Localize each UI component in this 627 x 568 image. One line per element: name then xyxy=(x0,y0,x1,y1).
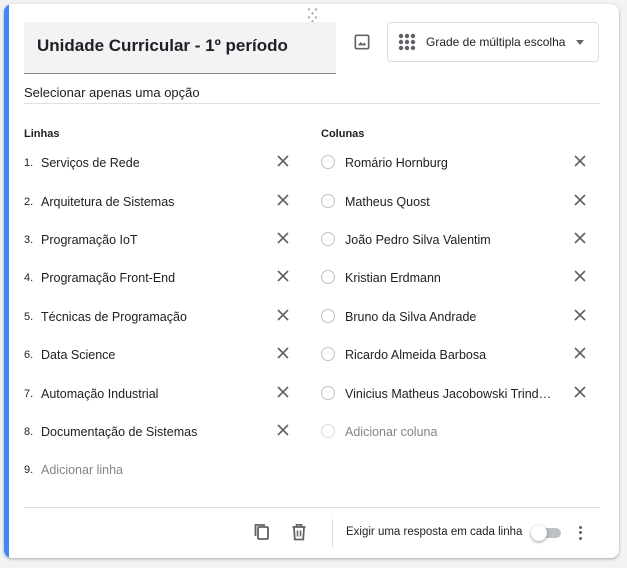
toggle-knob xyxy=(531,525,547,541)
question-type-label: Grade de múltipla escolha xyxy=(426,35,566,49)
radio-icon xyxy=(321,270,335,284)
add-row-label[interactable]: Adicionar linha xyxy=(41,463,123,477)
grid-row-item[interactable]: 1. Serviços de Rede xyxy=(24,154,274,174)
more-vert-icon[interactable] xyxy=(576,524,584,542)
close-icon[interactable] xyxy=(573,346,587,360)
close-icon[interactable] xyxy=(573,269,587,283)
question-card: • • •• • • Unidade Curricular - 1º perío… xyxy=(4,4,619,558)
column-label[interactable]: Ricardo Almeida Barbosa xyxy=(345,348,559,362)
footer-separator xyxy=(332,519,333,547)
grid-row-item[interactable]: 4. Programação Front-End xyxy=(24,269,274,289)
grid-row-item[interactable]: 2. Arquitetura de Sistemas xyxy=(24,193,274,213)
grid-column-item[interactable]: Romário Hornburg xyxy=(321,154,561,174)
grid-row-item[interactable]: 8. Documentação de Sistemas xyxy=(24,423,274,443)
radio-icon xyxy=(321,194,335,208)
grid-column-item[interactable]: Matheus Quost xyxy=(321,193,561,213)
row-label[interactable]: Programação IoT xyxy=(41,233,138,247)
close-icon[interactable] xyxy=(573,308,587,322)
column-label[interactable]: Bruno da Silva Andrade xyxy=(345,310,559,324)
grid-column-item[interactable]: Bruno da Silva Andrade xyxy=(321,308,561,328)
close-icon[interactable] xyxy=(276,154,290,168)
column-label[interactable]: Vinicius Matheus Jacobowski Trind… xyxy=(345,387,559,401)
active-indicator xyxy=(4,4,9,558)
columns-header: Colunas xyxy=(321,128,365,140)
row-label[interactable]: Programação Front-End xyxy=(41,271,175,285)
grid-column-item[interactable]: João Pedro Silva Valentim xyxy=(321,231,561,251)
radio-icon xyxy=(321,155,335,169)
close-icon[interactable] xyxy=(276,269,290,283)
close-icon[interactable] xyxy=(573,154,587,168)
close-icon[interactable] xyxy=(573,193,587,207)
row-label[interactable]: Arquitetura de Sistemas xyxy=(41,195,174,209)
copy-icon[interactable] xyxy=(253,523,271,541)
close-icon[interactable] xyxy=(276,346,290,360)
question-type-dropdown[interactable]: Grade de múltipla escolha xyxy=(387,22,599,62)
drag-handle-icon[interactable]: • • •• • • xyxy=(306,6,320,26)
row-label[interactable]: Documentação de Sistemas xyxy=(41,425,197,439)
close-icon[interactable] xyxy=(573,231,587,245)
column-label[interactable]: Romário Hornburg xyxy=(345,156,559,170)
require-response-toggle[interactable] xyxy=(531,525,561,541)
grid-column-item[interactable]: Vinicius Matheus Jacobowski Trind… xyxy=(321,385,561,405)
radio-icon xyxy=(321,386,335,400)
close-icon[interactable] xyxy=(276,423,290,437)
close-icon[interactable] xyxy=(276,308,290,322)
add-column-label[interactable]: Adicionar coluna xyxy=(345,425,559,439)
column-label[interactable]: João Pedro Silva Valentim xyxy=(345,233,559,247)
rows-header: Linhas xyxy=(24,128,60,140)
image-icon[interactable] xyxy=(352,32,372,52)
column-label[interactable]: Matheus Quost xyxy=(345,195,559,209)
grid-column-item[interactable]: Kristian Erdmann xyxy=(321,269,561,289)
close-icon[interactable] xyxy=(573,385,587,399)
grid-icon xyxy=(398,33,416,51)
radio-icon xyxy=(321,424,335,438)
close-icon[interactable] xyxy=(276,193,290,207)
row-label[interactable]: Serviços de Rede xyxy=(41,156,140,170)
radio-icon xyxy=(321,232,335,246)
grid-row-item[interactable]: 7. Automação Industrial xyxy=(24,385,274,405)
row-label[interactable]: Data Science xyxy=(41,348,115,362)
question-description[interactable]: Selecionar apenas uma opção xyxy=(24,85,600,104)
add-column-option[interactable]: Adicionar coluna xyxy=(321,423,561,443)
radio-icon xyxy=(321,309,335,323)
row-label[interactable]: Automação Industrial xyxy=(41,387,158,401)
grid-row-item[interactable]: 5. Técnicas de Programação xyxy=(24,308,274,328)
add-row-option[interactable]: 9. Adicionar linha xyxy=(24,461,274,481)
close-icon[interactable] xyxy=(276,231,290,245)
grid-row-item[interactable]: 6. Data Science xyxy=(24,346,274,366)
grid-column-item[interactable]: Ricardo Almeida Barbosa xyxy=(321,346,561,366)
require-response-label: Exigir uma resposta em cada linha xyxy=(346,526,523,538)
trash-icon[interactable] xyxy=(291,523,307,541)
question-title: Unidade Curricular - 1º período xyxy=(37,36,288,55)
radio-icon xyxy=(321,347,335,361)
row-label[interactable]: Técnicas de Programação xyxy=(41,310,187,324)
close-icon[interactable] xyxy=(276,385,290,399)
question-title-field[interactable]: Unidade Curricular - 1º período xyxy=(24,22,336,74)
footer-divider xyxy=(24,507,600,508)
chevron-down-icon xyxy=(576,40,584,45)
column-label[interactable]: Kristian Erdmann xyxy=(345,271,559,285)
grid-row-item[interactable]: 3. Programação IoT xyxy=(24,231,274,251)
